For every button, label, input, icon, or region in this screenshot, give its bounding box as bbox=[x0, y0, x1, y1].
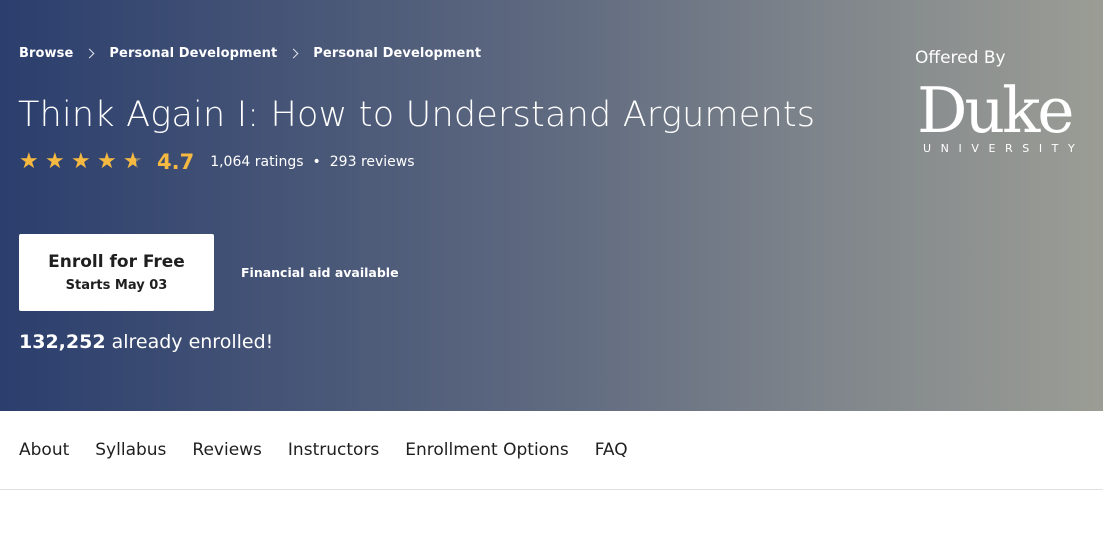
offered-by-label: Offered By bbox=[915, 48, 1006, 68]
enroll-start-date: Starts May 03 bbox=[65, 278, 168, 293]
star-icon: ★ bbox=[45, 149, 65, 174]
breadcrumb-personal-development-sub[interactable]: Personal Development bbox=[313, 46, 481, 61]
tab-syllabus[interactable]: Syllabus bbox=[95, 440, 166, 460]
enroll-button[interactable]: Enroll for Free Starts May 03 bbox=[19, 234, 214, 311]
tab-instructors[interactable]: Instructors bbox=[288, 440, 379, 460]
star-rating: ★ ★ ★ ★ ★ ★ bbox=[19, 151, 149, 173]
star-icon: ★ bbox=[19, 149, 39, 174]
financial-aid-link[interactable]: Financial aid available bbox=[241, 265, 399, 280]
course-section-tabs: About Syllabus Reviews Instructors Enrol… bbox=[0, 411, 1103, 490]
separator-dot: • bbox=[312, 154, 321, 170]
course-banner: Browse Personal Development Personal Dev… bbox=[0, 0, 1103, 411]
star-fill: ★ bbox=[123, 151, 136, 173]
ratings-count[interactable]: 1,064 ratings bbox=[210, 154, 303, 170]
star-icon: ★ bbox=[71, 149, 91, 174]
chevron-right-icon bbox=[288, 48, 299, 59]
logo-wordmark: Duke bbox=[917, 74, 1075, 147]
enroll-button-label: Enroll for Free bbox=[48, 252, 185, 272]
half-star-icon: ★ ★ bbox=[123, 151, 149, 173]
chevron-right-icon bbox=[84, 48, 95, 59]
tab-reviews[interactable]: Reviews bbox=[192, 440, 262, 460]
enrolled-count: 132,252 bbox=[19, 331, 106, 353]
breadcrumb-browse[interactable]: Browse bbox=[19, 46, 73, 61]
reviews-count[interactable]: 293 reviews bbox=[330, 154, 415, 170]
rating-row: ★ ★ ★ ★ ★ ★ 4.7 1,064 ratings • 293 revi… bbox=[19, 150, 415, 174]
enrolled-count-text: 132,252 already enrolled! bbox=[19, 331, 273, 353]
star-icon: ★ bbox=[97, 149, 117, 174]
tab-enrollment-options[interactable]: Enrollment Options bbox=[405, 440, 568, 460]
enrolled-suffix: already enrolled! bbox=[105, 331, 274, 353]
rating-value: 4.7 bbox=[157, 150, 195, 174]
breadcrumb-personal-development[interactable]: Personal Development bbox=[109, 46, 277, 61]
duke-university-logo[interactable]: Duke UNIVERSITY bbox=[917, 74, 1087, 155]
course-title: Think Again I: How to Understand Argumen… bbox=[18, 95, 816, 135]
tab-about[interactable]: About bbox=[19, 440, 69, 460]
tab-faq[interactable]: FAQ bbox=[595, 440, 628, 460]
breadcrumb: Browse Personal Development Personal Dev… bbox=[19, 46, 481, 61]
logo-subtitle: UNIVERSITY bbox=[923, 142, 1085, 155]
